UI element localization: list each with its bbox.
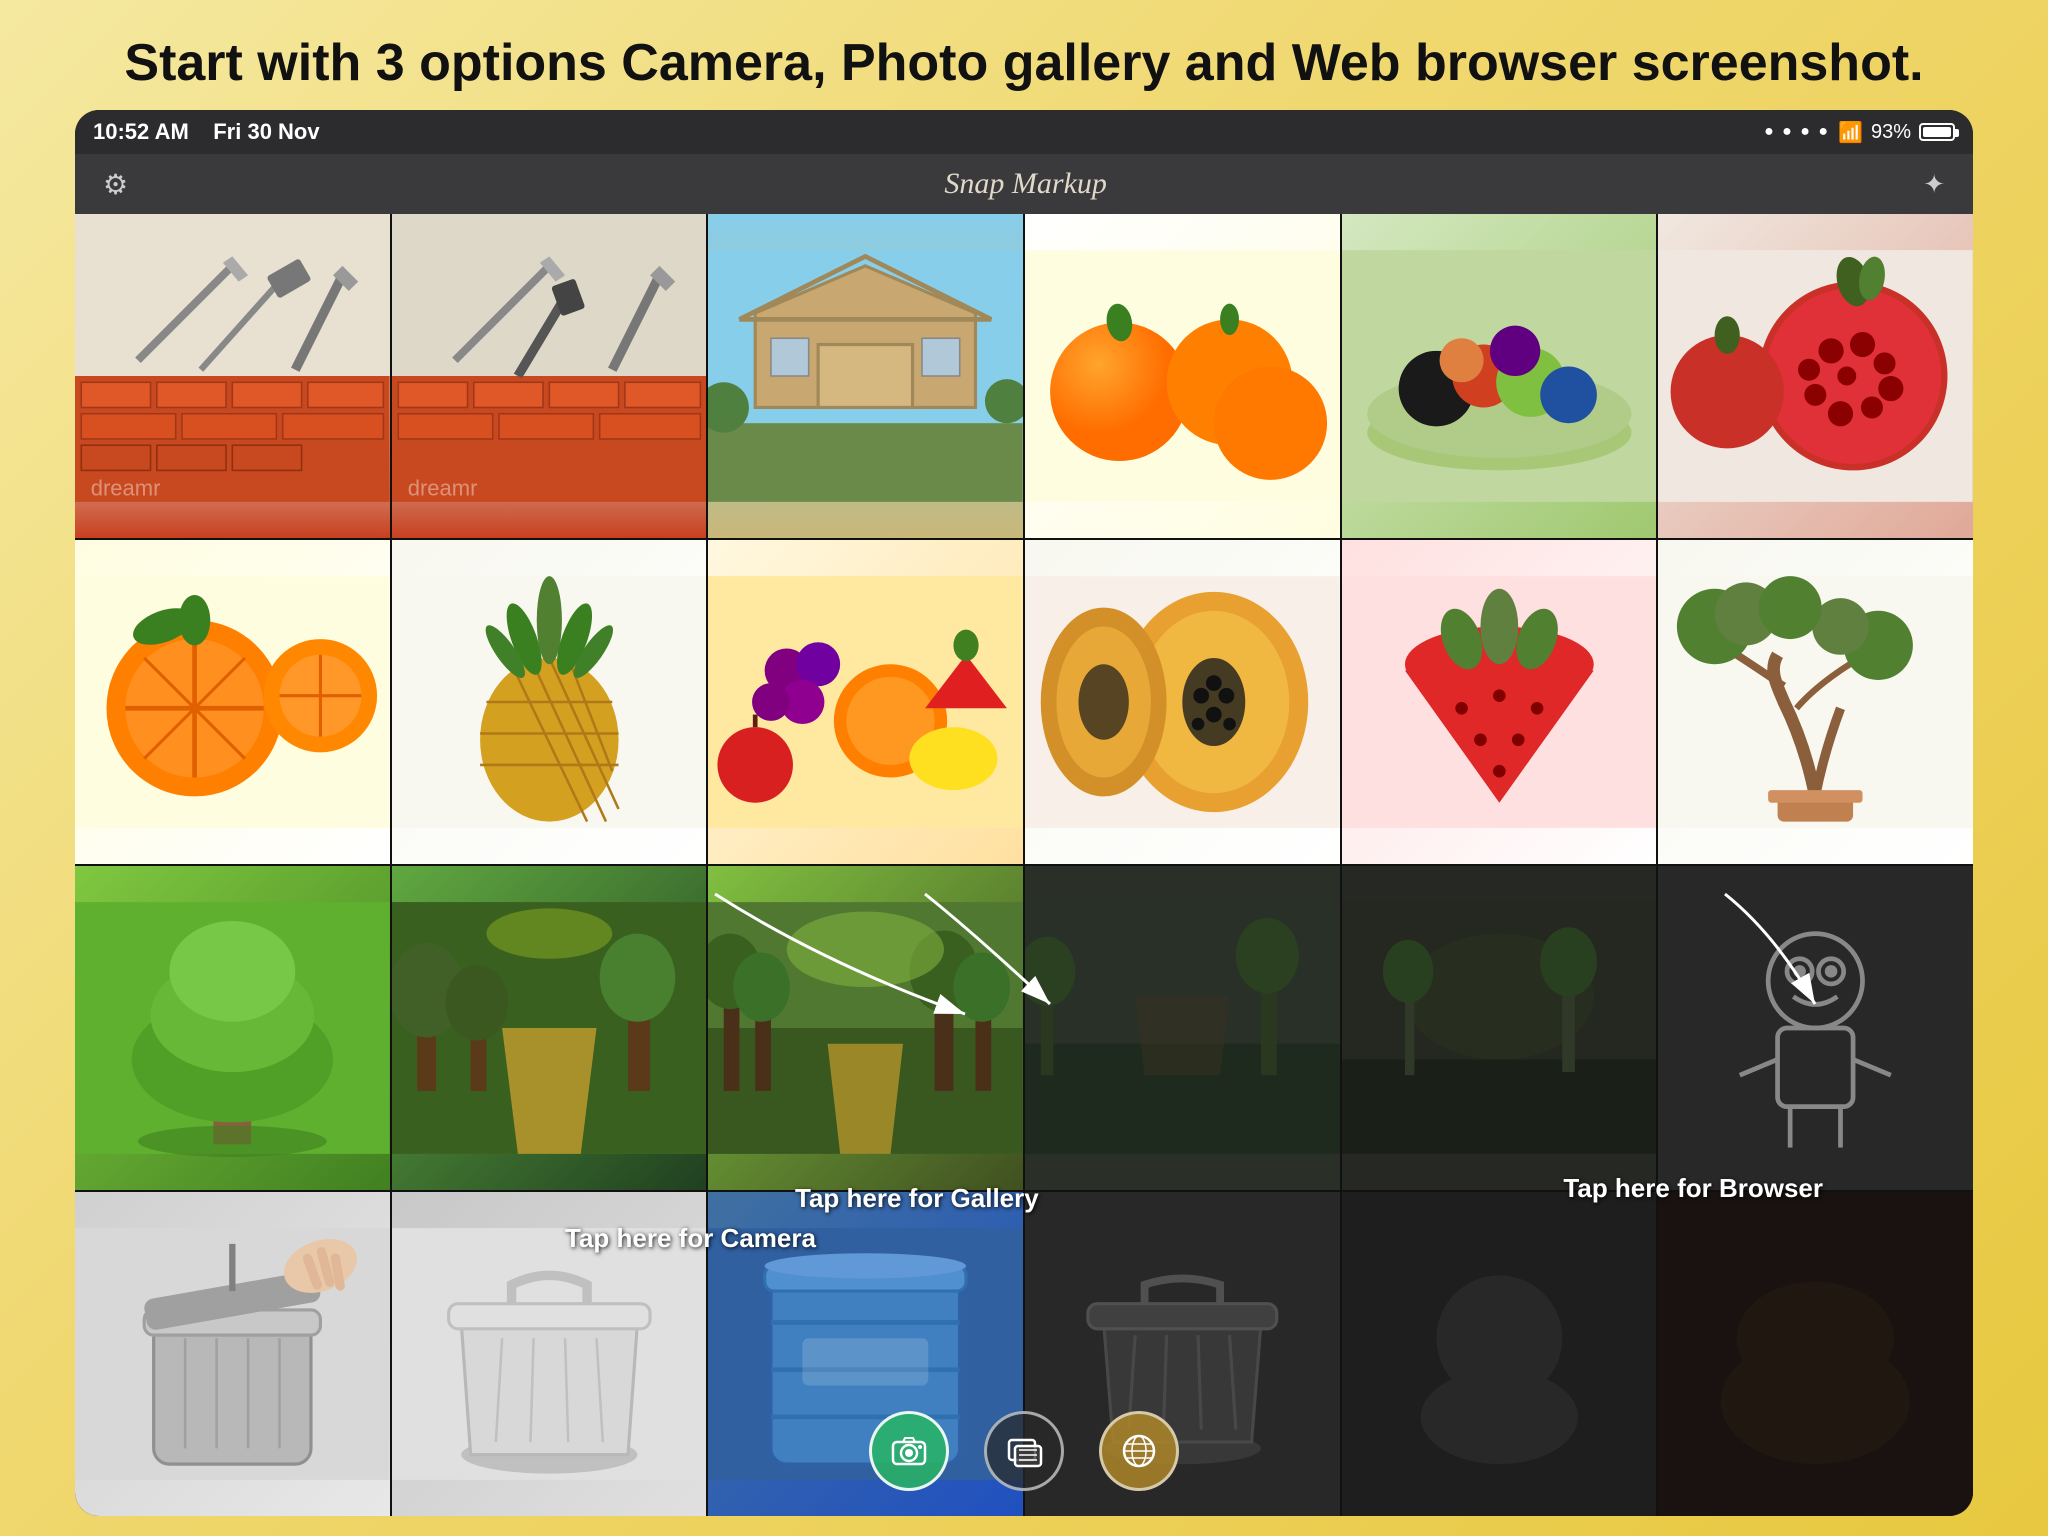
status-date: Fri 30 Nov xyxy=(213,119,319,144)
photo-cell-20[interactable] xyxy=(392,1192,707,1516)
camera-button[interactable] xyxy=(869,1411,949,1491)
photo-cell-19[interactable] xyxy=(75,1192,390,1516)
gallery-button[interactable] xyxy=(984,1411,1064,1491)
bottom-toolbar xyxy=(869,1411,1179,1491)
svg-text:dreamr: dreamr xyxy=(407,476,477,501)
photo-cell-9[interactable] xyxy=(708,540,1023,864)
photo-cell-2[interactable]: dreamr xyxy=(392,214,707,538)
page-title: Start with 3 options Camera, Photo galle… xyxy=(0,0,2048,118)
wifi-icon: 📶 xyxy=(1838,120,1863,145)
photo-cell-15[interactable] xyxy=(708,866,1023,1190)
svg-text:dreamr: dreamr xyxy=(91,476,161,501)
photo-cell-17[interactable] xyxy=(1342,866,1657,1190)
settings-icon[interactable]: ⚙ xyxy=(103,168,128,201)
photo-cell-5[interactable] xyxy=(1342,214,1657,538)
photo-cell-12[interactable] xyxy=(1658,540,1973,864)
battery-icon xyxy=(1919,123,1955,141)
signal-dots: ● ● ● ● xyxy=(1764,123,1830,141)
photo-cell-24[interactable] xyxy=(1658,1192,1973,1516)
photo-cell-13[interactable] xyxy=(75,866,390,1190)
status-time: 10:52 AM xyxy=(93,119,189,144)
status-right: ● ● ● ● 📶 93% xyxy=(1764,120,1955,145)
status-bar: 10:52 AM Fri 30 Nov ● ● ● ● 📶 93% xyxy=(75,110,1973,154)
nav-bar: ⚙ Snap Markup ✦ xyxy=(75,154,1973,214)
photo-cell-3[interactable] xyxy=(708,214,1023,538)
photo-cell-16[interactable] xyxy=(1025,866,1340,1190)
photo-cell-7[interactable] xyxy=(75,540,390,864)
photo-grid: dreamr dreamr xyxy=(75,214,1973,1516)
device-frame: 10:52 AM Fri 30 Nov ● ● ● ● 📶 93% ⚙ Snap… xyxy=(75,110,1973,1516)
photo-cell-23[interactable] xyxy=(1342,1192,1657,1516)
app-title: Snap Markup xyxy=(944,167,1106,201)
store-icon[interactable]: ✦ xyxy=(1923,169,1945,200)
photo-cell-1[interactable]: dreamr xyxy=(75,214,390,538)
photo-cell-6[interactable] xyxy=(1658,214,1973,538)
photo-cell-18[interactable] xyxy=(1658,866,1973,1190)
browser-button[interactable] xyxy=(1099,1411,1179,1491)
photo-cell-8[interactable] xyxy=(392,540,707,864)
battery-text: 93% xyxy=(1871,121,1911,144)
photo-cell-10[interactable] xyxy=(1025,540,1340,864)
photo-cell-4[interactable] xyxy=(1025,214,1340,538)
photo-cell-14[interactable] xyxy=(392,866,707,1190)
photo-cell-11[interactable] xyxy=(1342,540,1657,864)
status-time-date: 10:52 AM Fri 30 Nov xyxy=(93,119,320,145)
